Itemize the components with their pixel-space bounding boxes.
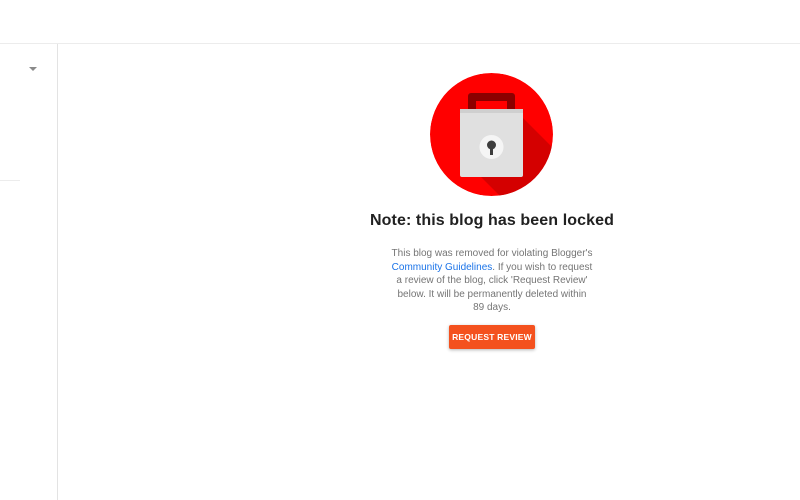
community-guidelines-link[interactable]: Community Guidelines — [392, 262, 493, 273]
sidebar — [0, 44, 58, 500]
padlock-icon — [430, 73, 553, 196]
message-text-before: This blog was removed for violating Blog… — [391, 248, 593, 259]
request-review-button[interactable]: REQUEST REVIEW — [449, 325, 535, 349]
top-bar — [0, 0, 800, 44]
main-content: Note: this blog has been locked This blo… — [58, 44, 800, 500]
locked-message: This blog was removed for violating Blog… — [391, 247, 593, 315]
triangle-down-icon[interactable] — [26, 61, 40, 71]
page-title: Note: this blog has been locked — [369, 212, 615, 229]
sidebar-divider — [0, 180, 20, 181]
